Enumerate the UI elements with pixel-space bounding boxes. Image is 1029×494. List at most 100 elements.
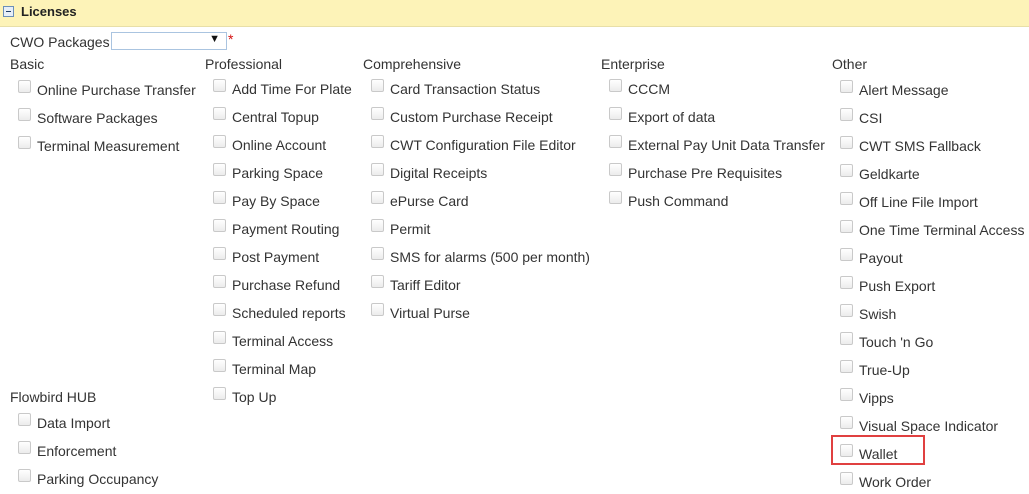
license-label[interactable]: Payment Routing [232,221,339,237]
checkbox-true-up[interactable] [840,360,853,373]
license-label[interactable]: Visual Space Indicator [859,418,998,434]
license-label[interactable]: Data Import [37,415,110,431]
license-label[interactable]: One Time Terminal Access [859,222,1024,238]
license-label[interactable]: CWT Configuration File Editor [390,137,576,153]
checkbox-terminal-map[interactable] [213,359,226,372]
license-label[interactable]: Export of data [628,109,715,125]
license-label[interactable]: CCCM [628,81,670,97]
checkbox-add-time-for-plate[interactable] [213,79,226,92]
license-label[interactable]: Payout [859,250,903,266]
license-label[interactable]: Post Payment [232,249,319,265]
license-label[interactable]: Custom Purchase Receipt [390,109,553,125]
checkbox-work-order[interactable] [840,472,853,485]
license-label[interactable]: Central Topup [232,109,319,125]
cwo-packages-select[interactable]: ▼ [111,32,227,50]
license-label[interactable]: Virtual Purse [390,305,470,321]
checkbox-external-pay-unit-data-transfer[interactable] [609,135,622,148]
checkbox-virtual-purse[interactable] [371,303,384,316]
checkbox-scheduled-reports[interactable] [213,303,226,316]
checkbox-enforcement[interactable] [18,441,31,454]
license-label[interactable]: Touch 'n Go [859,334,933,350]
checkbox-visual-space-indicator[interactable] [840,416,853,429]
license-label[interactable]: Add Time For Plate [232,81,352,97]
license-label[interactable]: Vipps [859,390,894,406]
checkbox-push-command[interactable] [609,191,622,204]
checkbox-post-payment[interactable] [213,247,226,260]
checkbox-parking-space[interactable] [213,163,226,176]
license-label[interactable]: ePurse Card [390,193,469,209]
license-label[interactable]: Geldkarte [859,166,920,182]
checkbox-digital-receipts[interactable] [371,163,384,176]
checkbox-export-of-data[interactable] [609,107,622,120]
license-label[interactable]: Card Transaction Status [390,81,540,97]
checkbox-pay-by-space[interactable] [213,191,226,204]
license-label[interactable]: Software Packages [37,110,158,126]
license-label[interactable]: Pay By Space [232,193,320,209]
checkbox-online-purchase-transfer[interactable] [18,80,31,93]
checkbox-csi[interactable] [840,108,853,121]
category-title-other: Other [832,56,868,72]
category-title-basic: Basic [10,56,45,72]
license-label[interactable]: Digital Receipts [390,165,487,181]
license-label[interactable]: External Pay Unit Data Transfer [628,137,825,153]
license-label[interactable]: Enforcement [37,443,116,459]
category-title-flowbird-hub: Flowbird HUB [10,389,97,405]
checkbox-online-account[interactable] [213,135,226,148]
checkbox-terminal-measurement[interactable] [18,136,31,149]
checkbox-card-transaction-status[interactable] [371,79,384,92]
checkbox-parking-occupancy[interactable] [18,469,31,482]
checkbox-terminal-access[interactable] [213,331,226,344]
license-label[interactable]: Tariff Editor [390,277,461,293]
license-label[interactable]: Off Line File Import [859,194,978,210]
license-label[interactable]: Alert Message [859,82,948,98]
checkbox-purchase-refund[interactable] [213,275,226,288]
license-label[interactable]: Purchase Pre Requisites [628,165,782,181]
license-label[interactable]: CSI [859,110,882,126]
collapse-icon[interactable] [3,6,14,17]
license-label[interactable]: Work Order [859,474,931,490]
checkbox-top-up[interactable] [213,387,226,400]
checkbox-push-export[interactable] [840,276,853,289]
checkbox-swish[interactable] [840,304,853,317]
checkbox-payment-routing[interactable] [213,219,226,232]
checkbox-cwt-configuration-file-editor[interactable] [371,135,384,148]
license-label[interactable]: SMS for alarms (500 per month) [390,249,590,265]
checkbox-cccm[interactable] [609,79,622,92]
license-label[interactable]: Scheduled reports [232,305,346,321]
license-label[interactable]: Permit [390,221,430,237]
license-label[interactable]: Top Up [232,389,276,405]
checkbox-epurse-card[interactable] [371,191,384,204]
checkbox-tariff-editor[interactable] [371,275,384,288]
license-label[interactable]: Push Command [628,193,728,209]
license-label[interactable]: Online Account [232,137,326,153]
checkbox-touch-n-go[interactable] [840,332,853,345]
license-label[interactable]: Parking Space [232,165,323,181]
checkbox-central-topup[interactable] [213,107,226,120]
license-label[interactable]: Terminal Access [232,333,333,349]
checkbox-purchase-pre-requisites[interactable] [609,163,622,176]
license-label[interactable]: Terminal Measurement [37,138,179,154]
licenses-header: Licenses [0,0,1029,27]
category-title-professional: Professional [205,56,283,72]
license-label[interactable]: Terminal Map [232,361,316,377]
checkbox-geldkarte[interactable] [840,164,853,177]
checkbox-vipps[interactable] [840,388,853,401]
checkbox-payout[interactable] [840,248,853,261]
license-label[interactable]: Online Purchase Transfer [37,82,196,98]
checkbox-one-time-terminal-access[interactable] [840,220,853,233]
license-label[interactable]: Swish [859,306,896,322]
checkbox-custom-purchase-receipt[interactable] [371,107,384,120]
license-label[interactable]: True-Up [859,362,910,378]
checkbox-alert-message[interactable] [840,80,853,93]
checkbox-off-line-file-import[interactable] [840,192,853,205]
checkbox-permit[interactable] [371,219,384,232]
license-label[interactable]: Parking Occupancy [37,471,158,487]
license-label[interactable]: CWT SMS Fallback [859,138,981,154]
checkbox-data-import[interactable] [18,413,31,426]
checkbox-sms-for-alarms-500-per-month[interactable] [371,247,384,260]
license-label[interactable]: Purchase Refund [232,277,340,293]
checkbox-cwt-sms-fallback[interactable] [840,136,853,149]
license-label[interactable]: Push Export [859,278,935,294]
category-title-enterprise: Enterprise [601,56,665,72]
checkbox-software-packages[interactable] [18,108,31,121]
